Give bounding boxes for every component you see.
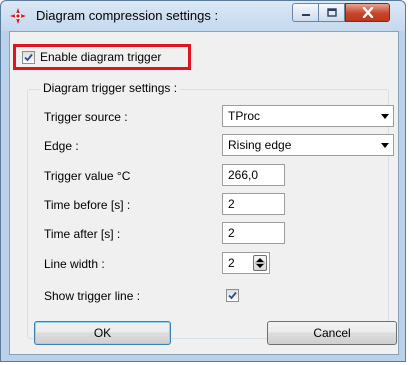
time-after-input[interactable]: 2 [222,222,285,244]
edge-label: Edge : [44,139,79,153]
window-title: Diagram compression settings : [36,8,219,23]
edge-value: Rising edge [228,138,292,152]
ok-button[interactable]: OK [34,321,171,345]
crosshair-target-icon [10,8,26,24]
minimize-button[interactable] [292,3,319,22]
line-width-label: Line width : [44,257,105,271]
enable-trigger-label: Enable diagram trigger [40,50,162,64]
spin-arrows-icon [255,258,265,268]
chevron-down-icon [381,143,389,148]
trigger-settings-legend: Diagram trigger settings : [40,81,181,95]
show-trigger-line-checkbox[interactable] [226,289,239,302]
spin-buttons[interactable] [253,255,267,271]
dialog-body: Enable diagram trigger Diagram trigger s… [9,31,399,355]
checkmark-icon [24,53,33,61]
line-width-stepper[interactable]: 2 [222,252,270,274]
maximize-icon [326,8,337,17]
time-after-label: Time after [s] : [44,227,121,241]
trigger-value-text: 266,0 [228,168,259,182]
enable-trigger-check[interactable] [22,50,35,64]
show-trigger-line-label: Show trigger line : [44,289,141,303]
close-icon [362,7,373,18]
checkmark-icon [228,291,237,300]
cancel-button[interactable]: Cancel [267,321,397,345]
trigger-value-label: Trigger value °C [44,169,131,183]
maximize-button[interactable] [319,3,345,22]
trigger-source-value: TProc [228,109,261,123]
edge-select[interactable]: Rising edge [222,134,394,156]
trigger-value-input[interactable]: 266,0 [222,164,285,186]
time-before-label: Time before [s] : [44,198,131,212]
minimize-icon [301,13,310,16]
trigger-source-select[interactable]: TProc [222,105,394,127]
time-before-text: 2 [228,197,235,211]
close-button[interactable] [345,3,390,22]
trigger-source-label: Trigger source : [44,110,128,124]
title-bar[interactable]: Diagram compression settings : [1,1,405,31]
dialog-window: Diagram compression settings : Enable di… [0,0,406,362]
chevron-down-icon [381,114,389,119]
line-width-text: 2 [228,256,235,270]
time-after-text: 2 [228,226,235,240]
enable-trigger-checkbox[interactable]: Enable diagram trigger [22,50,161,64]
time-before-input[interactable]: 2 [222,193,285,215]
